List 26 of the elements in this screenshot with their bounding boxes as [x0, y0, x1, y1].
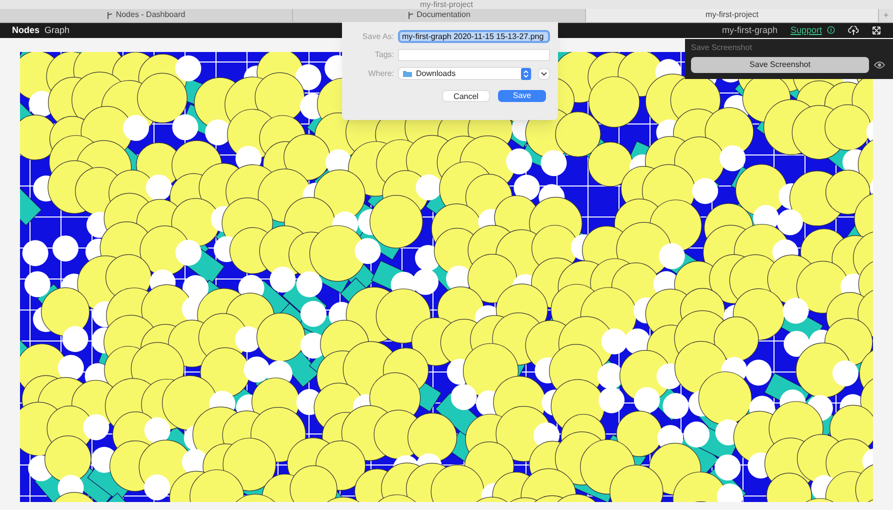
stepper-icon: [521, 68, 531, 80]
app-brand: Nodes: [12, 24, 40, 37]
chevron-down-icon: [541, 72, 547, 76]
window-title: my-first-project: [420, 0, 473, 9]
expand-button[interactable]: [538, 68, 550, 80]
panel-title: Save Screenshot: [691, 42, 753, 54]
graph-name: my-first-graph: [722, 24, 778, 37]
where-label: Where:: [367, 68, 394, 80]
save-button[interactable]: Save: [498, 90, 546, 102]
folder-icon: [403, 70, 412, 77]
graph-menu[interactable]: Graph: [44, 24, 70, 38]
tags-field[interactable]: [398, 49, 550, 61]
fullscreen-icon[interactable]: [872, 26, 881, 35]
branch-icon: [106, 12, 113, 19]
branch-icon: [408, 12, 414, 19]
support-link[interactable]: Support: [790, 24, 822, 38]
cloud-upload-icon[interactable]: [848, 26, 859, 35]
where-dropdown[interactable]: Downloads: [398, 67, 532, 80]
tags-label: Tags:: [374, 49, 394, 61]
info-icon[interactable]: [827, 26, 835, 34]
save-screenshot-button[interactable]: Save Screenshot: [691, 57, 869, 73]
save-as-label: Save As:: [361, 30, 394, 42]
cancel-button[interactable]: Cancel: [442, 90, 490, 102]
eye-icon[interactable]: [874, 61, 885, 69]
tab[interactable]: my-first-project: [586, 8, 879, 22]
file-name-field[interactable]: my-first-graph 2020-11-15 15-13-27.png: [398, 30, 550, 43]
